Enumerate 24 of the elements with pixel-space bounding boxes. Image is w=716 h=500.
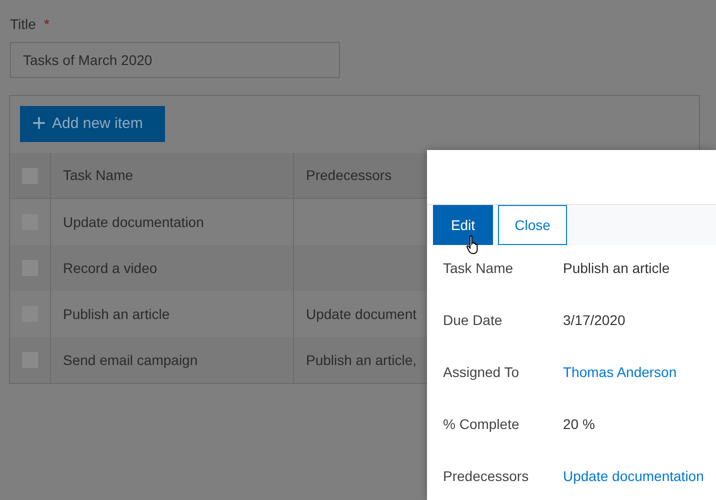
- field-value: Publish an article: [563, 259, 670, 278]
- field-value: 20 %: [563, 415, 595, 434]
- column-header[interactable]: Predecessors: [306, 165, 392, 186]
- field-value: 3/17/2020: [563, 311, 626, 330]
- field-label: Predecessors: [443, 467, 530, 486]
- column-header[interactable]: Task Name: [63, 165, 134, 186]
- edit-button[interactable]: Edit: [433, 205, 493, 245]
- table-cell-text: Update documentation: [63, 212, 204, 232]
- title-label: Title: [10, 14, 36, 34]
- table-cell-text: Send email campaign: [63, 350, 198, 370]
- add-new-item-button[interactable]: + Add new item: [20, 106, 165, 142]
- field-link[interactable]: Thomas Anderson: [563, 362, 677, 414]
- close-button[interactable]: Close: [498, 205, 567, 245]
- table-cell-text: Record a video: [63, 258, 158, 278]
- field-label: Task Name: [443, 259, 514, 278]
- field-label: Due Date: [443, 311, 504, 330]
- table-cell-text: Update document: [306, 304, 417, 324]
- table-cell-text: Publish an article: [63, 304, 170, 324]
- title-input-field[interactable]: Tasks of March 2020: [10, 42, 340, 78]
- field-label: % Complete: [443, 415, 520, 434]
- field-label: Assigned To: [443, 363, 520, 382]
- field-link[interactable]: Update documentation: [563, 466, 704, 500]
- table-cell-text: Publish an article,: [306, 350, 417, 370]
- required-mark: *: [44, 14, 50, 34]
